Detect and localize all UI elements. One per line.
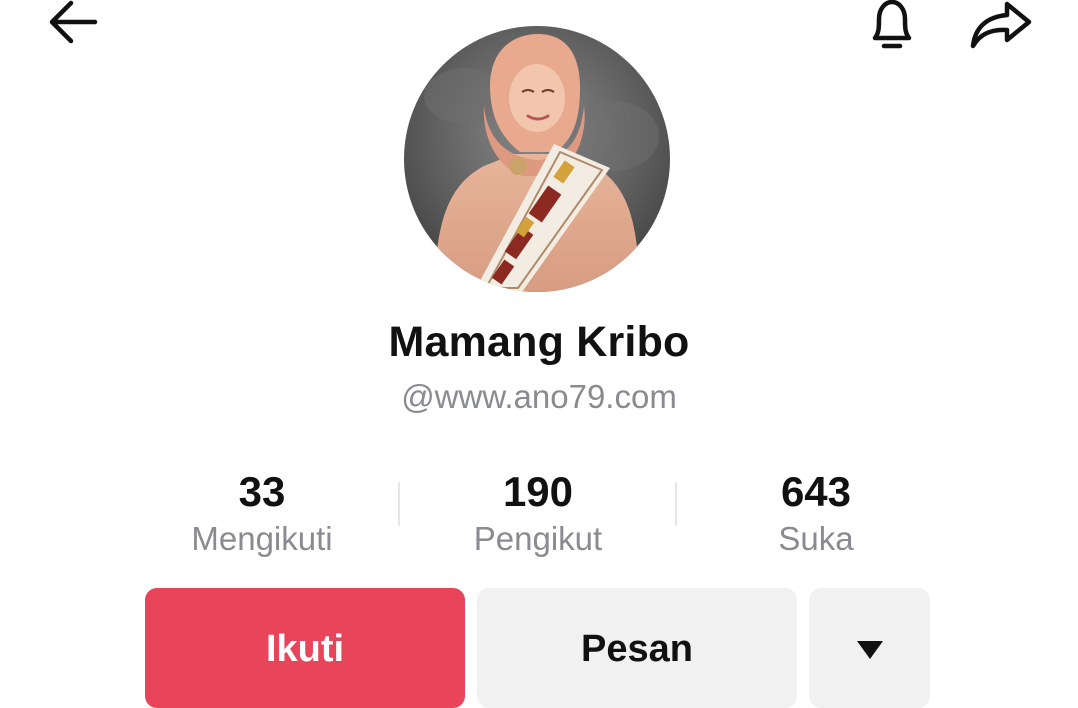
stat-likes[interactable]: 643 Suka (686, 466, 946, 560)
stat-following[interactable]: 33 Mengikuti (132, 466, 392, 560)
share-button[interactable] (962, 0, 1040, 56)
stat-followers-label: Pengikut (473, 520, 603, 557)
stat-followers-count: 190 (502, 468, 574, 515)
display-name: Mamang Kribo (388, 318, 690, 366)
avatar-photo (404, 26, 670, 292)
stat-following-count: 33 (238, 468, 286, 515)
stat-likes-count: 643 (780, 468, 852, 515)
stat-likes-label: Suka (778, 520, 854, 557)
share-arrow-icon (970, 1, 1032, 49)
username: @www.ano79.com (401, 378, 677, 415)
notification-bell-button[interactable] (852, 0, 932, 56)
arrow-left-icon (49, 0, 98, 44)
stat-following-label: Mengikuti (191, 520, 333, 557)
message-button[interactable]: Pesan (477, 588, 797, 708)
follow-button[interactable]: Ikuti (145, 588, 465, 708)
bell-icon (872, 0, 912, 49)
stat-followers[interactable]: 190 Pengikut (408, 466, 668, 560)
more-options-button[interactable] (809, 588, 930, 708)
stats-divider (398, 482, 400, 526)
back-button[interactable] (28, 0, 110, 48)
profile-avatar[interactable] (404, 26, 670, 292)
caret-down-icon (856, 641, 883, 659)
stats-divider (675, 482, 677, 526)
